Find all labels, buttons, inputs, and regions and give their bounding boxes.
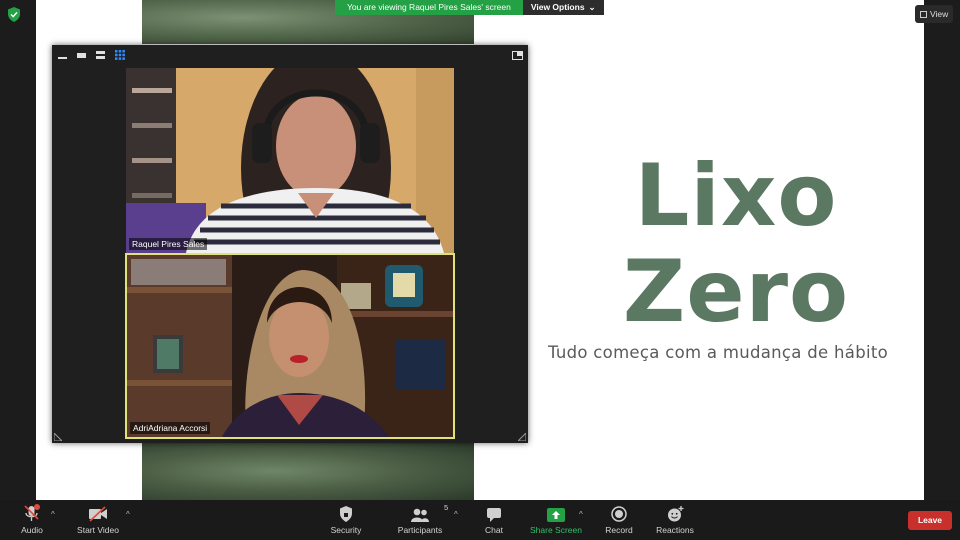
microphone-muted-icon [24,504,40,521]
screen-share-banner: You are viewing Raquel Pires Sales' scre… [335,0,604,15]
share-options-caret-icon[interactable]: ^ [579,510,583,519]
record-label: Record [605,525,633,535]
video-gallery-panel[interactable]: Raquel Pires Sales AdriAdriana Accorsi [52,45,528,443]
view-options-label: View Options [530,2,585,12]
chevron-down-icon: ⌄ [588,2,596,12]
share-screen-label: Share Screen [530,525,582,535]
audio-label: Audio [21,525,43,535]
record-icon [611,506,627,522]
gallery-panel-toolbar [52,45,528,67]
participants-icon [411,508,429,522]
slide-subtitle: Tudo começa com a mudança de hábito [547,343,889,362]
video-options-caret-icon[interactable]: ^ [126,510,130,519]
share-screen-button[interactable]: Share Screen [530,500,582,540]
minimize-icon[interactable] [58,51,67,59]
meeting-toolbar: Audio ^ Start Video ^ Security 5 Partici… [0,500,960,540]
encryption-shield-icon[interactable] [7,7,21,22]
video-tile-adriana[interactable]: AdriAdriana Accorsi [125,253,455,439]
exit-fullscreen-icon[interactable] [512,51,523,60]
participant-video-frame [126,68,454,253]
view-button[interactable]: View [915,5,953,23]
slide-leaf-image-bottom [142,442,474,500]
resize-handle-icon[interactable] [518,433,526,441]
video-camera-off-icon [89,506,107,522]
slide-title-line-2: Zero [622,242,850,342]
participants-button[interactable]: 5 Participants [396,500,448,540]
chat-bubble-icon [487,508,501,522]
audio-button[interactable]: Audio [17,500,47,540]
record-button[interactable]: Record [603,500,635,540]
single-video-icon[interactable] [77,51,86,59]
audio-options-caret-icon[interactable]: ^ [51,510,55,519]
slide-title: Lixo Zero [576,148,896,340]
chat-button[interactable]: Chat [480,500,508,540]
participant-name-label: AdriAdriana Accorsi [130,422,211,434]
participants-options-caret-icon[interactable]: ^ [454,510,458,519]
security-shield-icon [340,506,352,522]
security-label: Security [330,525,362,535]
reactions-label: Reactions [656,525,694,535]
speaker-view-icon[interactable] [96,51,105,59]
leave-meeting-button[interactable]: Leave [908,511,952,530]
participants-label: Participants [397,525,443,535]
viewing-screen-message: You are viewing Raquel Pires Sales' scre… [335,0,523,15]
view-button-label: View [930,9,949,19]
security-button[interactable]: Security [328,500,364,540]
reactions-button[interactable]: Reactions [654,500,696,540]
video-tile-raquel[interactable]: Raquel Pires Sales [126,68,454,253]
view-options-dropdown[interactable]: View Options ⌄ [522,0,604,15]
share-screen-icon [547,508,565,522]
chat-label: Chat [485,525,503,535]
slide-title-line-1: Lixo [634,146,838,246]
start-video-label: Start Video [77,525,119,535]
participant-video-frame [127,255,453,437]
reactions-smiley-icon [667,506,683,522]
participants-count: 5 [444,503,449,512]
resize-handle-icon[interactable] [54,433,62,441]
shared-screen-area: Lixo Zero Tudo começa com a mudança de h… [0,0,960,500]
start-video-button[interactable]: Start Video [74,500,122,540]
gallery-grid-icon[interactable] [115,50,125,60]
grid-view-icon [920,10,927,18]
participant-name-label: Raquel Pires Sales [129,238,208,250]
